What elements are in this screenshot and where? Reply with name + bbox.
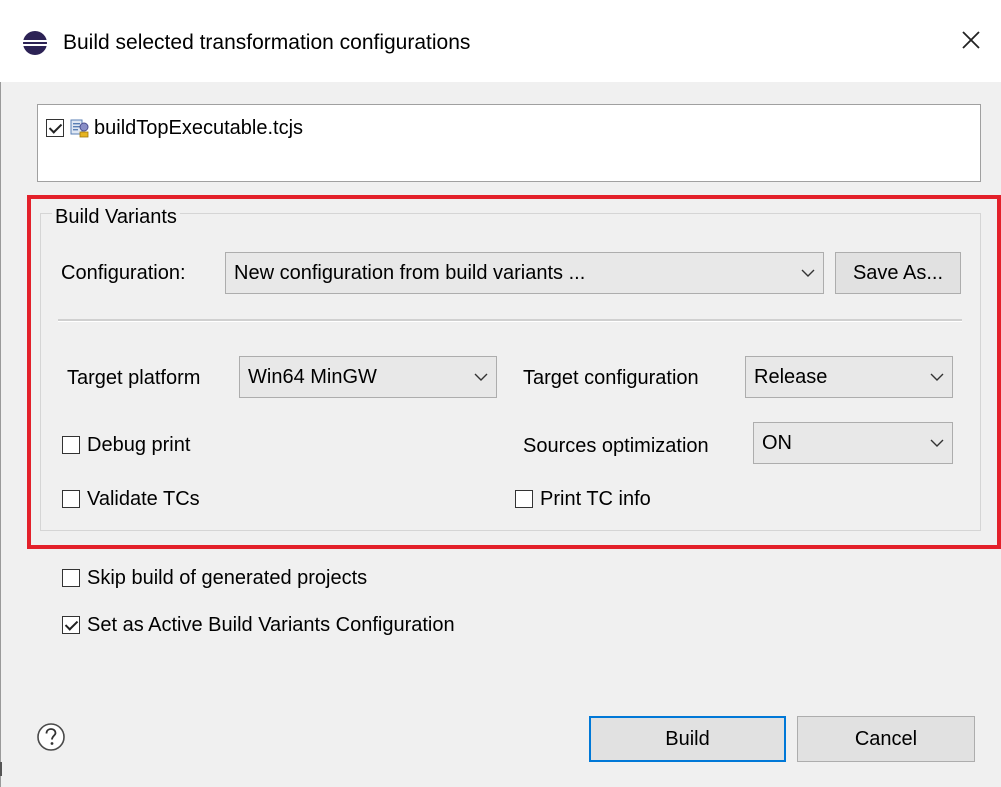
set-active-option[interactable]: Set as Active Build Variants Configurati… [62,611,455,639]
transformation-config-file-icon [70,119,89,138]
skip-build-label: Skip build of generated projects [87,567,368,589]
cancel-button[interactable]: Cancel [797,716,975,762]
configuration-file-list[interactable]: buildTopExecutable.tcjs [37,104,981,182]
file-item-checkbox[interactable] [46,119,64,137]
skip-build-option[interactable]: Skip build of generated projects [62,564,367,592]
dialog-window: Build selected transformation configurat… [0,0,1001,787]
close-icon [962,31,980,49]
eclipse-icon [23,31,47,55]
close-button[interactable] [941,10,1001,70]
file-item-label: buildTopExecutable.tcjs [94,117,304,139]
window-edge-mark [0,762,2,776]
highlight-box [27,195,1001,549]
file-list-item[interactable]: buildTopExecutable.tcjs [46,115,303,141]
title-bar: Build selected transformation configurat… [0,0,1001,82]
set-active-label: Set as Active Build Variants Configurati… [87,614,455,636]
skip-build-checkbox[interactable] [62,569,80,587]
build-button[interactable]: Build [589,716,786,762]
window-title: Build selected transformation configurat… [63,31,471,54]
help-icon[interactable] [36,722,66,752]
window-left-border [0,82,1,787]
set-active-checkbox[interactable] [62,616,80,634]
